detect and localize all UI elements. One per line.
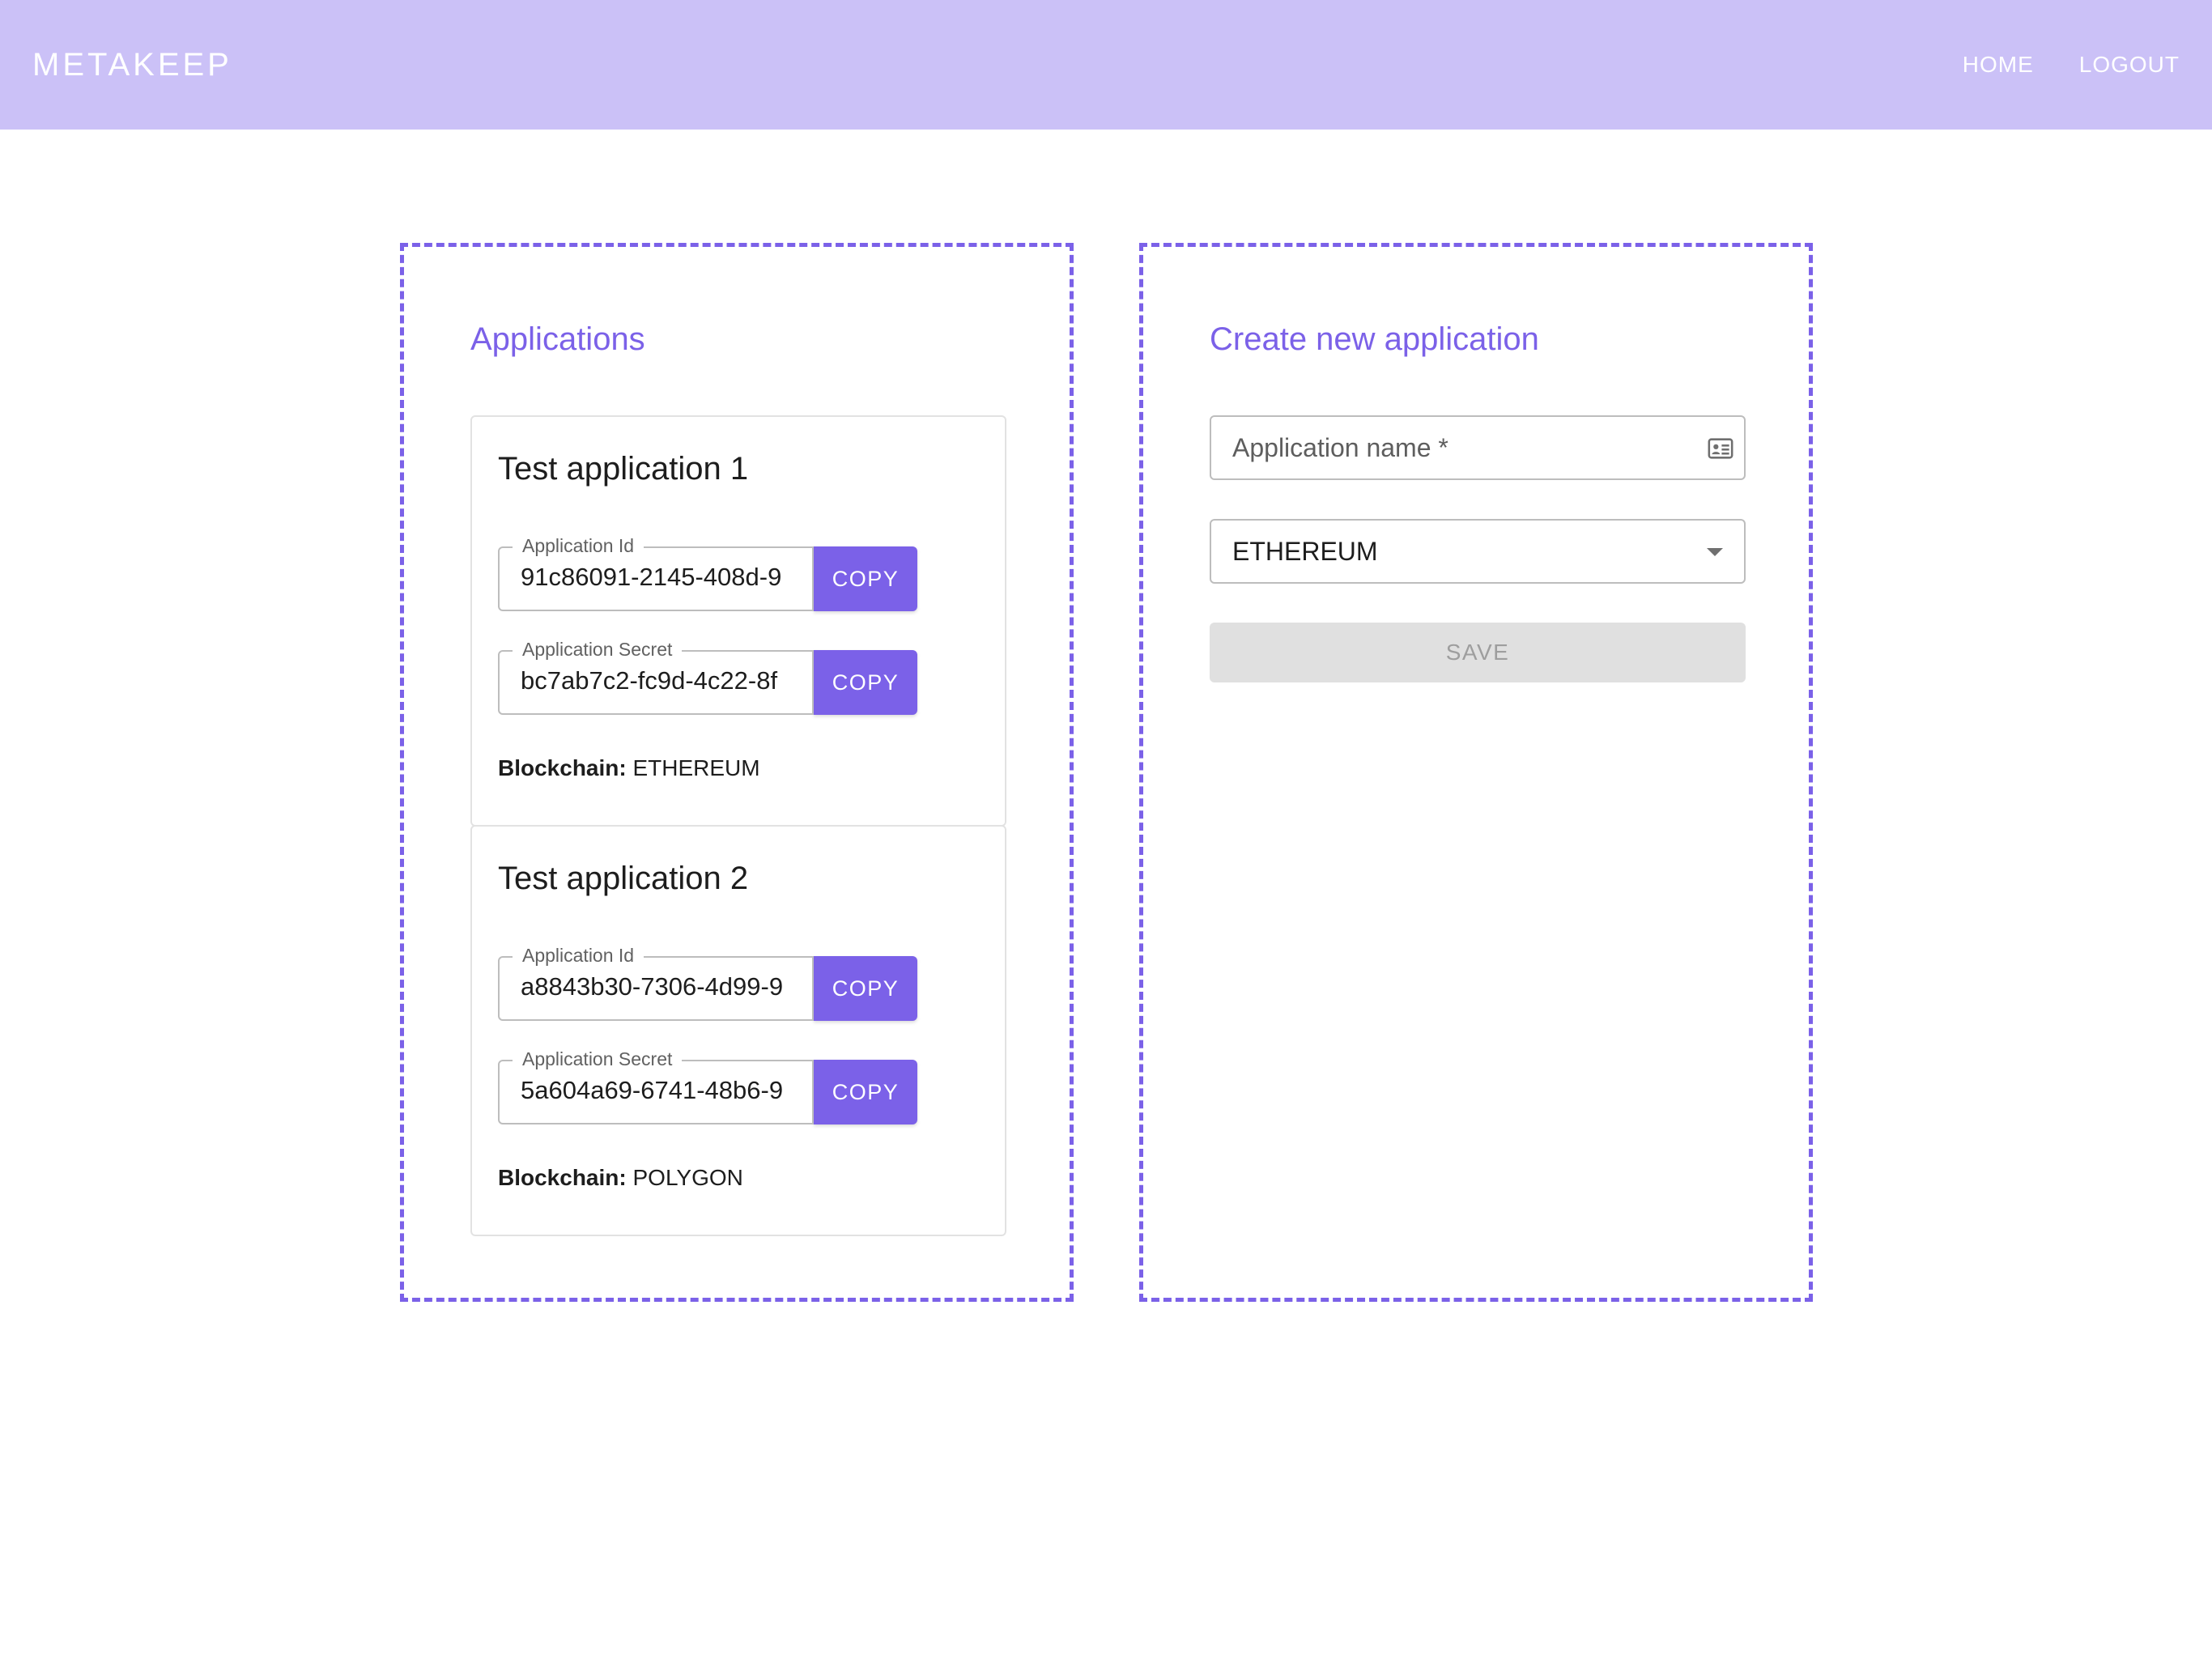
application-secret-value[interactable]: bc7ab7c2-fc9d-4c22-8f xyxy=(521,666,791,695)
application-name-input[interactable]: Application name * xyxy=(1210,415,1746,480)
application-name: Test application 1 xyxy=(498,451,749,487)
application-card: Test application 1 Application Id 91c860… xyxy=(470,415,1006,827)
blockchain-info: Blockchain: ETHEREUM xyxy=(498,755,760,781)
application-secret-label: Application Secret xyxy=(513,639,683,661)
application-id-field[interactable]: Application Id 91c86091-2145-408d-9 xyxy=(498,535,814,611)
blockchain-label: Blockchain: xyxy=(498,1165,627,1190)
dropdown-arrow-icon xyxy=(1707,548,1723,556)
copy-application-id-button[interactable]: COPY xyxy=(814,956,917,1021)
application-secret-row: Application Secret 5a604a69-6741-48b6-9 … xyxy=(498,1048,917,1124)
blockchain-select[interactable]: ETHEREUM xyxy=(1210,519,1746,584)
application-id-label: Application Id xyxy=(513,945,644,967)
create-application-panel: Create new application Application name … xyxy=(1139,243,1813,1302)
application-id-value[interactable]: 91c86091-2145-408d-9 xyxy=(521,563,791,592)
nav-logout-link[interactable]: LOGOUT xyxy=(2079,52,2180,78)
save-button[interactable]: SAVE xyxy=(1210,623,1746,682)
copy-application-secret-button[interactable]: COPY xyxy=(814,1060,917,1124)
contact-card-icon xyxy=(1708,438,1733,459)
blockchain-value: ETHEREUM xyxy=(632,755,760,780)
application-name: Test application 2 xyxy=(498,861,749,896)
application-secret-value[interactable]: 5a604a69-6741-48b6-9 xyxy=(521,1076,791,1105)
blockchain-select-value: ETHEREUM xyxy=(1232,537,1378,566)
application-secret-row: Application Secret bc7ab7c2-fc9d-4c22-8f… xyxy=(498,639,917,715)
application-name-placeholder: Application name * xyxy=(1232,433,1448,462)
create-application-title: Create new application xyxy=(1210,321,1539,357)
application-secret-field[interactable]: Application Secret bc7ab7c2-fc9d-4c22-8f xyxy=(498,639,814,715)
blockchain-value: POLYGON xyxy=(632,1165,743,1190)
application-id-field[interactable]: Application Id a8843b30-7306-4d99-9 xyxy=(498,945,814,1021)
application-id-value[interactable]: a8843b30-7306-4d99-9 xyxy=(521,972,791,1001)
blockchain-label: Blockchain: xyxy=(498,755,627,780)
nav-home-link[interactable]: HOME xyxy=(1963,52,2034,78)
application-secret-field[interactable]: Application Secret 5a604a69-6741-48b6-9 xyxy=(498,1048,814,1124)
blockchain-info: Blockchain: POLYGON xyxy=(498,1165,743,1191)
application-id-row: Application Id 91c86091-2145-408d-9 COPY xyxy=(498,535,917,611)
applications-panel: Applications Test application 1 Applicat… xyxy=(400,243,1074,1302)
application-card: Test application 2 Application Id a8843b… xyxy=(470,825,1006,1236)
copy-application-id-button[interactable]: COPY xyxy=(814,546,917,611)
application-secret-label: Application Secret xyxy=(513,1048,683,1070)
brand-logo[interactable]: METAKEEP xyxy=(32,47,232,83)
application-id-label: Application Id xyxy=(513,535,644,557)
application-id-row: Application Id a8843b30-7306-4d99-9 COPY xyxy=(498,945,917,1021)
top-app-bar: METAKEEP HOME LOGOUT xyxy=(0,0,2212,130)
copy-application-secret-button[interactable]: COPY xyxy=(814,650,917,715)
applications-title: Applications xyxy=(470,321,645,357)
top-nav: HOME LOGOUT xyxy=(1963,52,2180,78)
